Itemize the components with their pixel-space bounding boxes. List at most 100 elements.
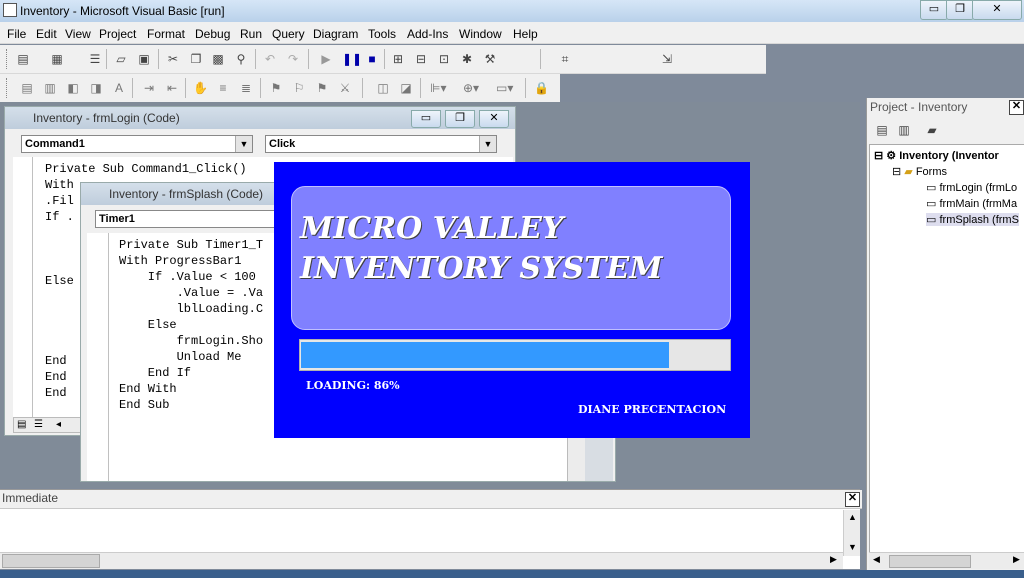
find-icon[interactable]: ⚲ (234, 52, 248, 66)
outdent-icon[interactable]: ⇤ (165, 81, 179, 95)
copy-icon[interactable]: ❐ (189, 52, 203, 66)
close-button[interactable]: ✕ (972, 0, 1022, 20)
menu-window[interactable]: Window (459, 27, 502, 41)
code-restore-button[interactable]: ❐ (445, 110, 475, 128)
view-object-icon[interactable]: ▥ (897, 123, 911, 137)
menu-run[interactable]: Run (240, 27, 262, 41)
immediate-vertical-scrollbar[interactable]: ▲ ▼ (843, 510, 860, 556)
view-toggle-bar[interactable]: ▤ ☰ ◂ (13, 417, 83, 433)
project-explorer-icon[interactable]: ⊞ (391, 52, 405, 66)
send-to-back-icon[interactable]: ◪ (399, 81, 413, 95)
scroll-thumb[interactable] (889, 555, 971, 568)
object-browser-icon[interactable]: ✱ (460, 52, 474, 66)
procedure-combo-value: Click (269, 138, 296, 150)
indent-icon[interactable]: ⇥ (142, 81, 156, 95)
scroll-down-icon[interactable]: ▼ (848, 542, 857, 552)
menu-query[interactable]: Query (272, 27, 305, 41)
scroll-thumb[interactable] (2, 554, 100, 568)
menu-add-ins[interactable]: Add-Ins (407, 27, 448, 41)
align-icon[interactable]: ⊫▾ (430, 81, 446, 95)
toggle-bookmark-icon[interactable]: ⚑ (269, 81, 283, 95)
tree-form-label: frmLogin (frmLo (939, 182, 1018, 194)
toggle-breakpoint-icon[interactable]: ✋ (193, 81, 208, 95)
code-minimize-button[interactable]: ▭ (411, 110, 441, 128)
tree-form-item[interactable]: ▭ frmSplash (frmS (926, 213, 1019, 226)
immediate-close-button[interactable]: ✕ (845, 492, 860, 507)
redo-icon[interactable]: ↷ (286, 52, 300, 66)
save-icon[interactable]: ▣ (137, 52, 151, 66)
restore-button[interactable]: ❐ (946, 0, 974, 20)
tree-project-root[interactable]: ⊟ ⚙ Inventory (Inventor (874, 149, 999, 162)
previous-bookmark-icon[interactable]: ⚑ (315, 81, 329, 95)
full-module-view-icon[interactable]: ☰ (34, 419, 43, 430)
vb-app-icon (3, 3, 17, 17)
code-close-button[interactable]: ✕ (479, 110, 509, 128)
paste-icon[interactable]: ▩ (211, 52, 225, 66)
menu-debug[interactable]: Debug (195, 27, 230, 41)
list-properties-icon[interactable]: ▤ (20, 81, 34, 95)
end-icon[interactable]: ■ (365, 52, 379, 66)
break-icon[interactable]: ❚❚ (342, 52, 362, 66)
toolbar-separator (132, 78, 133, 98)
quick-info-icon[interactable]: ◧ (66, 81, 80, 95)
menu-format[interactable]: Format (147, 27, 185, 41)
scroll-right-icon[interactable]: ▶ (830, 554, 837, 565)
center-icon[interactable]: ⊕▾ (463, 81, 479, 95)
scroll-left-icon[interactable]: ◂ (56, 419, 61, 430)
menu-help[interactable]: Help (513, 27, 538, 41)
next-bookmark-icon[interactable]: ⚐ (292, 81, 306, 95)
menu-diagram[interactable]: Diagram (313, 27, 358, 41)
start-icon[interactable]: ▶ (319, 52, 333, 66)
lock-controls-icon[interactable]: 🔒 (534, 81, 549, 95)
menu-file[interactable]: File (7, 27, 26, 41)
code-margin[interactable] (87, 233, 109, 481)
code-margin[interactable] (13, 157, 33, 417)
scroll-up-icon[interactable]: ▲ (848, 512, 857, 522)
list-constants-icon[interactable]: ▥ (43, 81, 57, 95)
uncomment-block-icon[interactable]: ≣ (239, 81, 253, 95)
scroll-right-icon[interactable]: ▶ (1013, 554, 1020, 565)
form-layout-icon[interactable]: ⊡ (437, 52, 451, 66)
toolbox-icon[interactable]: ⚒ (483, 52, 497, 66)
comment-block-icon[interactable]: ≡ (216, 81, 230, 95)
chevron-down-icon[interactable]: ▼ (479, 136, 496, 152)
object-combo[interactable]: Command1 ▼ (21, 135, 253, 153)
chevron-down-icon[interactable]: ▼ (235, 136, 252, 152)
size-icon[interactable]: ⇲ (660, 52, 674, 66)
toolbar-separator (185, 78, 186, 98)
tree-form-item[interactable]: ▭ frmMain (frmMa (926, 197, 1017, 210)
position-icon[interactable]: ⌗ (558, 52, 572, 66)
menu-view[interactable]: View (65, 27, 91, 41)
view-code-icon[interactable]: ▤ (875, 123, 889, 137)
menu-tools[interactable]: Tools (368, 27, 396, 41)
parameter-info-icon[interactable]: ◨ (89, 81, 103, 95)
procedure-combo[interactable]: Click ▼ (265, 135, 497, 153)
menu-editor-icon[interactable]: ☰ (88, 52, 102, 66)
clear-bookmarks-icon[interactable]: ⚔ (338, 81, 352, 95)
tree-forms-folder[interactable]: ⊟ ▰ Forms (892, 165, 947, 178)
open-icon[interactable]: ▱ (114, 52, 128, 66)
undo-icon[interactable]: ↶ (263, 52, 277, 66)
scroll-left-icon[interactable]: ◀ (873, 554, 880, 565)
add-project-icon[interactable]: ▤ (16, 52, 30, 66)
add-form-icon[interactable]: ▦ (50, 52, 64, 66)
complete-word-icon[interactable]: A (112, 81, 126, 95)
properties-window-icon[interactable]: ⊟ (414, 52, 428, 66)
toggle-folders-icon[interactable]: ▰ (925, 123, 939, 137)
toolbar-grip[interactable] (6, 49, 10, 69)
project-close-button[interactable]: ✕ (1009, 100, 1024, 115)
menu-edit[interactable]: Edit (36, 27, 57, 41)
immediate-horizontal-scrollbar[interactable]: ▶ (0, 552, 843, 569)
project-horizontal-scrollbar[interactable]: ◀ ▶ (869, 552, 1024, 569)
project-tree[interactable]: ⊟ ⚙ Inventory (Inventor ⊟ ▰ Forms ▭ frmL… (869, 144, 1024, 554)
menu-project[interactable]: Project (99, 27, 136, 41)
procedure-view-icon[interactable]: ▤ (17, 419, 26, 430)
immediate-window[interactable]: Immediate ✕ ▲ ▼ ▶ (0, 489, 862, 569)
tree-form-item[interactable]: ▭ frmLogin (frmLo (926, 181, 1017, 194)
bring-to-front-icon[interactable]: ◫ (376, 81, 390, 95)
minimize-button[interactable]: ▭ (920, 0, 948, 20)
toolbar-grip[interactable] (6, 78, 10, 98)
toolbar-separator (362, 78, 363, 98)
cut-icon[interactable]: ✂ (166, 52, 180, 66)
make-same-size-icon[interactable]: ▭▾ (496, 81, 513, 95)
